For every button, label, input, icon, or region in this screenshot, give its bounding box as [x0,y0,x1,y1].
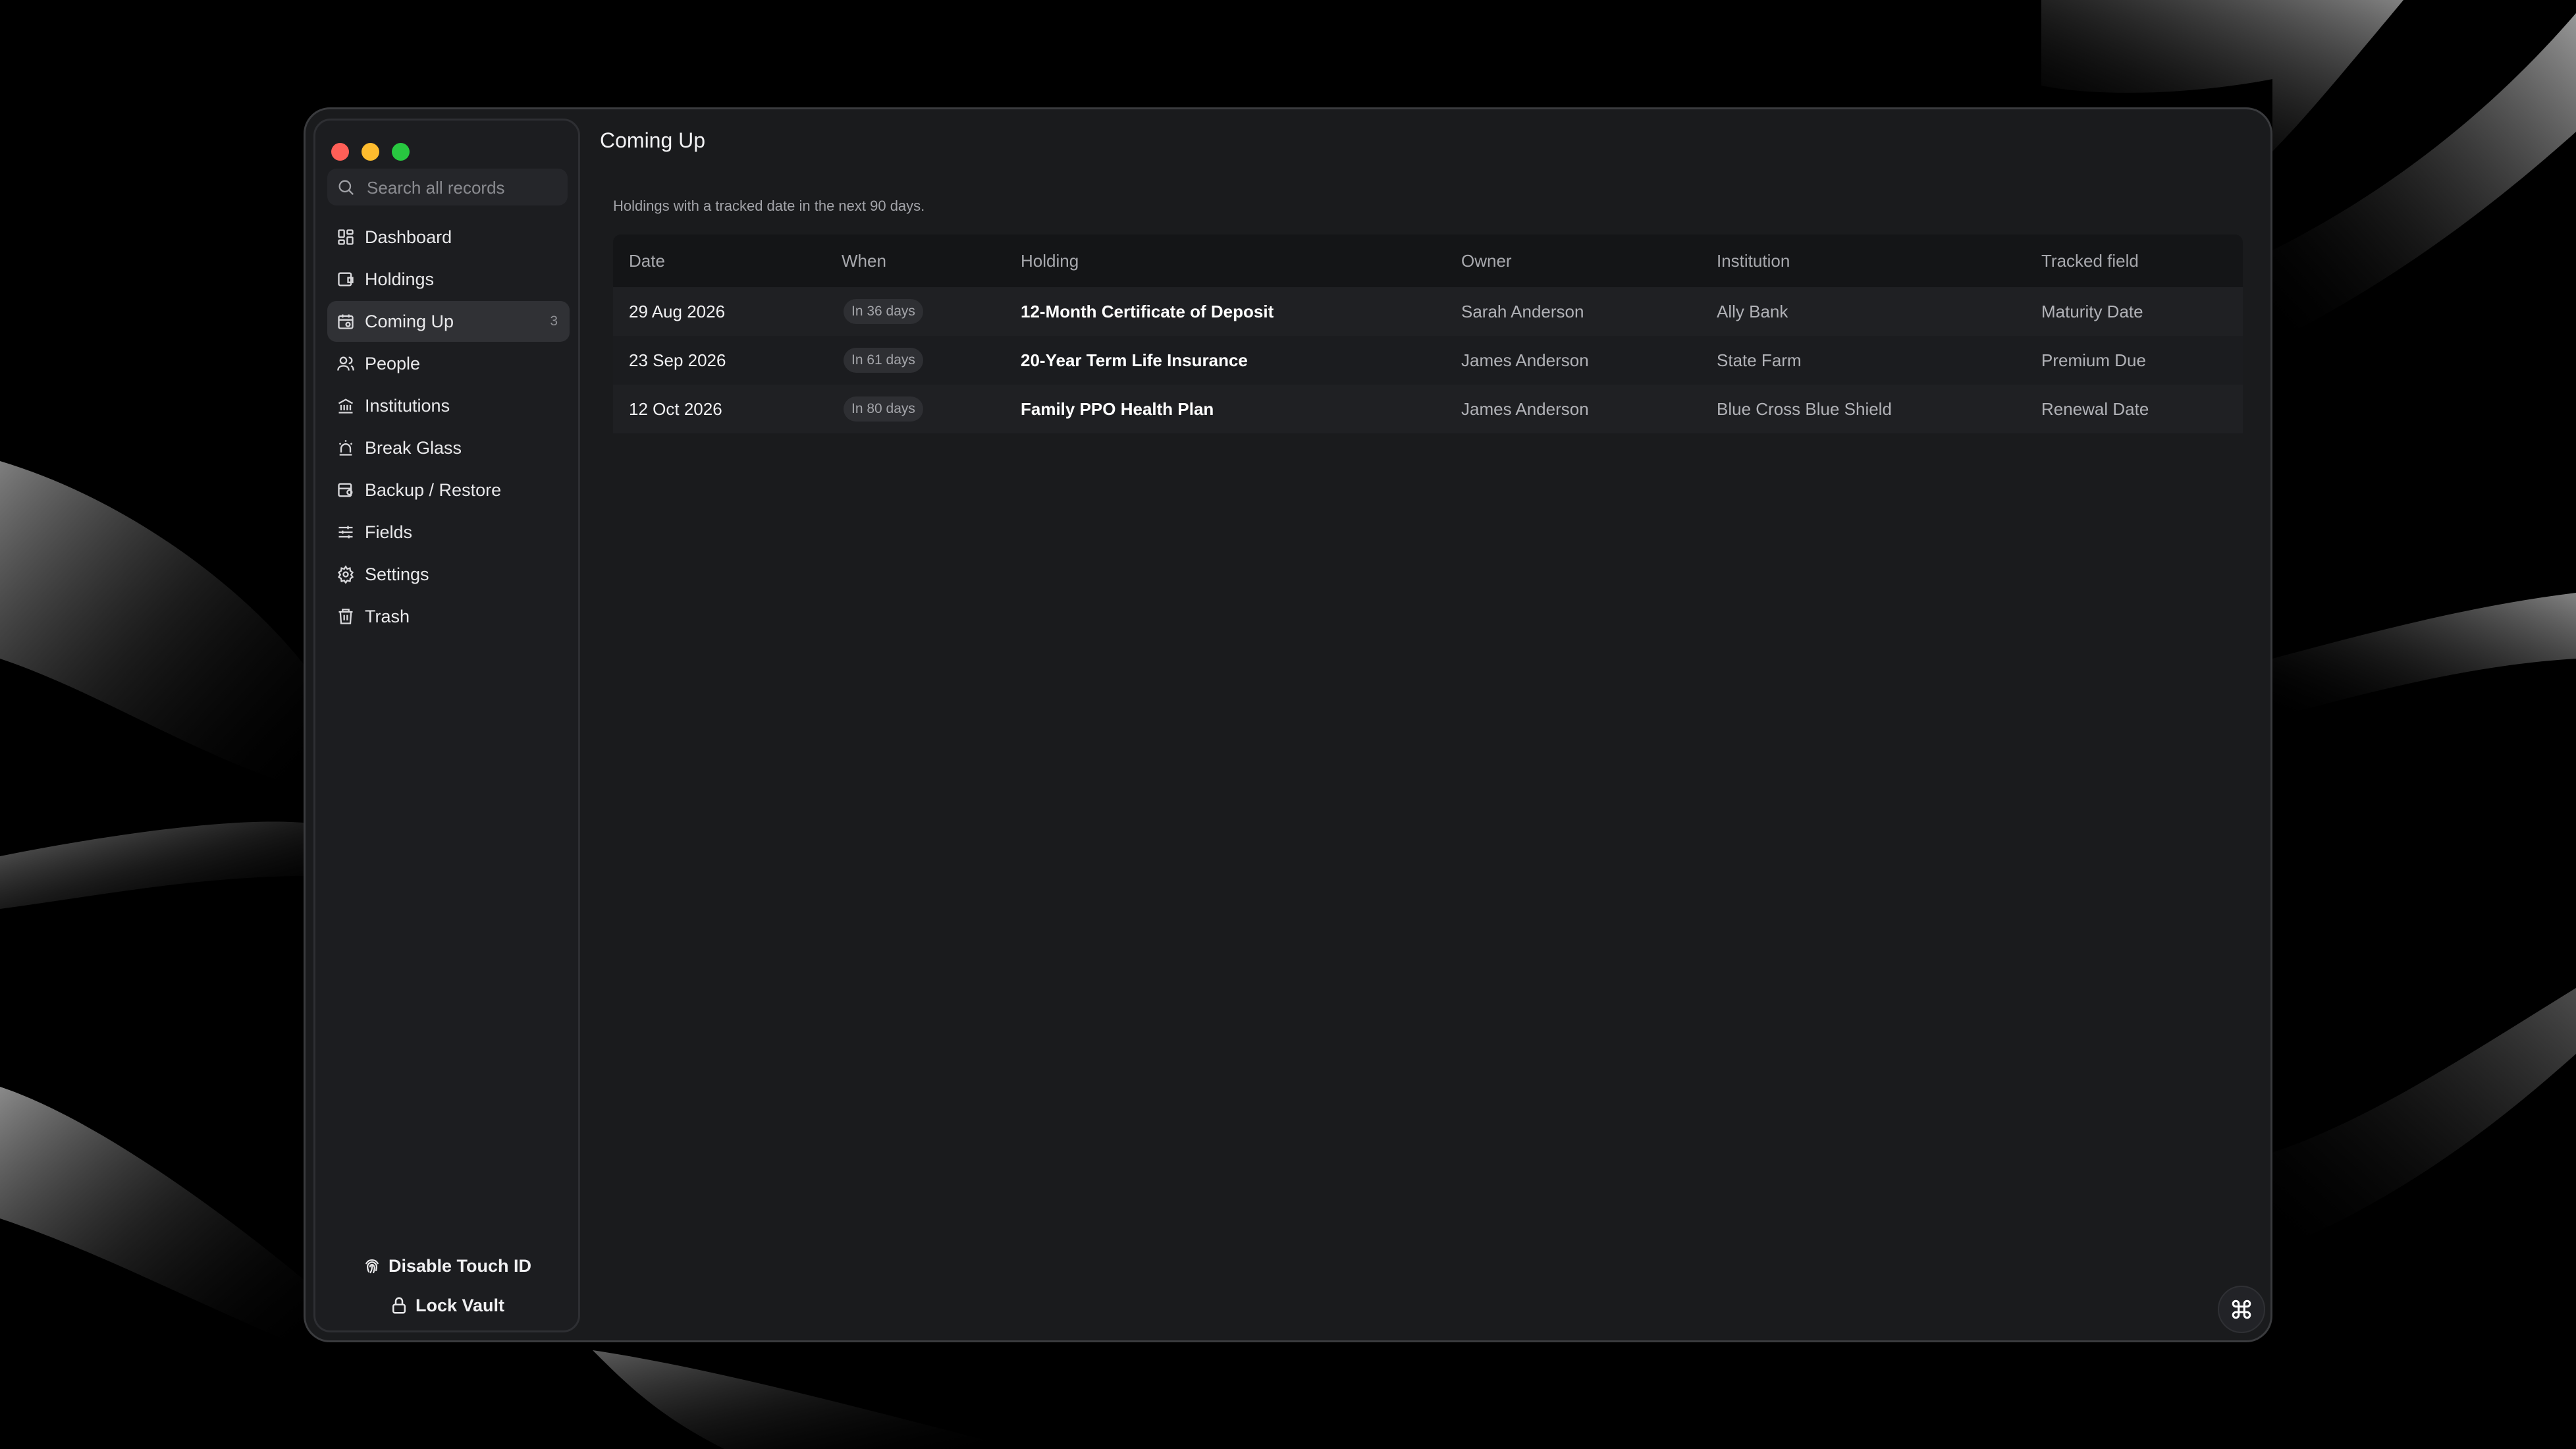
sidebar-item-label: Coming Up [365,312,454,331]
holdings-icon [338,272,354,287]
gear-icon [337,565,354,584]
sidebar-item-institutions[interactable]: Institutions [327,385,570,426]
institution-cell: Ally Bank [1717,302,1788,321]
table-row[interactable]: 29 Aug 2026 In 36 days 12-Month Certific… [613,287,2243,336]
sidebar-item-label: Break Glass [365,438,462,458]
sidebar-item-fields[interactable]: Fields [327,512,570,553]
column-header-holding[interactable]: Holding [1021,251,1079,271]
backup-icon [338,483,353,497]
fingerprint-icon [365,1259,379,1274]
search-box[interactable] [327,169,568,207]
sliders-icon [338,526,353,539]
lock-icon [392,1297,406,1314]
sidebar-item-break-glass[interactable]: Break Glass [327,427,570,468]
dashboard-icon [338,229,354,245]
page-subtitle: Holdings with a tracked date in the next… [613,198,925,214]
lock-vault-label: Lock Vault [415,1296,505,1315]
lock-vault-button[interactable]: Lock Vault [315,1292,578,1322]
count-badge: 3 [550,314,558,329]
table-row[interactable]: 23 Sep 2026 In 61 days 20-Year Term Life… [613,336,2243,385]
sidebar-item-label: Fields [365,522,413,542]
close-window-button[interactable] [331,143,349,161]
sidebar-item-settings[interactable]: Settings [327,554,570,595]
sidebar-item-label: Trash [365,607,410,626]
search-icon [338,180,354,195]
sidebar-item-label: Settings [365,564,429,584]
sidebar-item-label: Holdings [365,269,435,289]
tracked-field-cell: Maturity Date [2041,302,2143,321]
when-badge: In 61 days [844,348,923,373]
sidebar-item-label: Backup / Restore [365,480,502,500]
sidebar: Dashboard Holdings Coming Up 3 People In… [313,119,580,1332]
when-badge: In 36 days [844,299,923,324]
tracked-field-cell: Premium Due [2041,350,2146,370]
command-key-icon [2232,1299,2251,1319]
command-palette-button[interactable] [2218,1286,2265,1333]
date-cell: 29 Aug 2026 [629,302,726,321]
table-header: Date When Holding Owner Institution Trac… [613,234,2243,287]
app-window: Dashboard Holdings Coming Up 3 People In… [304,107,2272,1342]
date-cell: 23 Sep 2026 [629,350,726,370]
column-header-when[interactable]: When [842,251,886,271]
sidebar-item-backup-restore[interactable]: Backup / Restore [327,470,570,510]
sidebar-item-trash[interactable]: Trash [327,596,570,637]
search-input[interactable] [365,169,559,207]
institution-icon [338,398,354,414]
date-cell: 12 Oct 2026 [629,399,722,419]
table-row[interactable]: 12 Oct 2026 In 80 days Family PPO Health… [613,385,2243,433]
column-header-tracked-field[interactable]: Tracked field [2041,251,2139,271]
alarm-icon [338,440,353,456]
tracked-field-cell: Renewal Date [2041,399,2149,419]
sidebar-item-label: Dashboard [365,227,452,247]
minimize-window-button[interactable] [362,143,379,161]
owner-cell: James Anderson [1461,399,1589,419]
column-header-institution[interactable]: Institution [1717,251,1790,271]
column-header-owner[interactable]: Owner [1461,251,1512,271]
sidebar-item-label: People [365,354,421,373]
coming-up-table: Date When Holding Owner Institution Trac… [613,234,2243,433]
column-header-date[interactable]: Date [629,251,665,271]
people-icon [337,356,354,371]
owner-cell: James Anderson [1461,350,1589,370]
when-badge: In 80 days [844,396,923,422]
sidebar-item-dashboard[interactable]: Dashboard [327,217,570,258]
holding-cell[interactable]: Family PPO Health Plan [1021,398,1214,420]
sidebar-item-people[interactable]: People [327,343,570,384]
institution-cell: Blue Cross Blue Shield [1717,399,1892,419]
sidebar-item-coming-up[interactable]: Coming Up 3 [327,301,570,342]
institution-cell: State Farm [1717,350,1802,370]
disable-touch-id-button[interactable]: Disable Touch ID [315,1252,578,1282]
trash-icon [338,609,353,624]
holding-cell[interactable]: 12-Month Certificate of Deposit [1021,301,1274,322]
sidebar-item-holdings[interactable]: Holdings [327,259,570,300]
zoom-window-button[interactable] [392,143,410,161]
page-title: Coming Up [600,128,706,152]
holding-cell[interactable]: 20-Year Term Life Insurance [1021,350,1248,371]
disable-touch-id-label: Disable Touch ID [388,1256,532,1276]
owner-cell: Sarah Anderson [1461,302,1584,321]
calendar-icon [338,314,354,329]
sidebar-item-label: Institutions [365,396,450,416]
